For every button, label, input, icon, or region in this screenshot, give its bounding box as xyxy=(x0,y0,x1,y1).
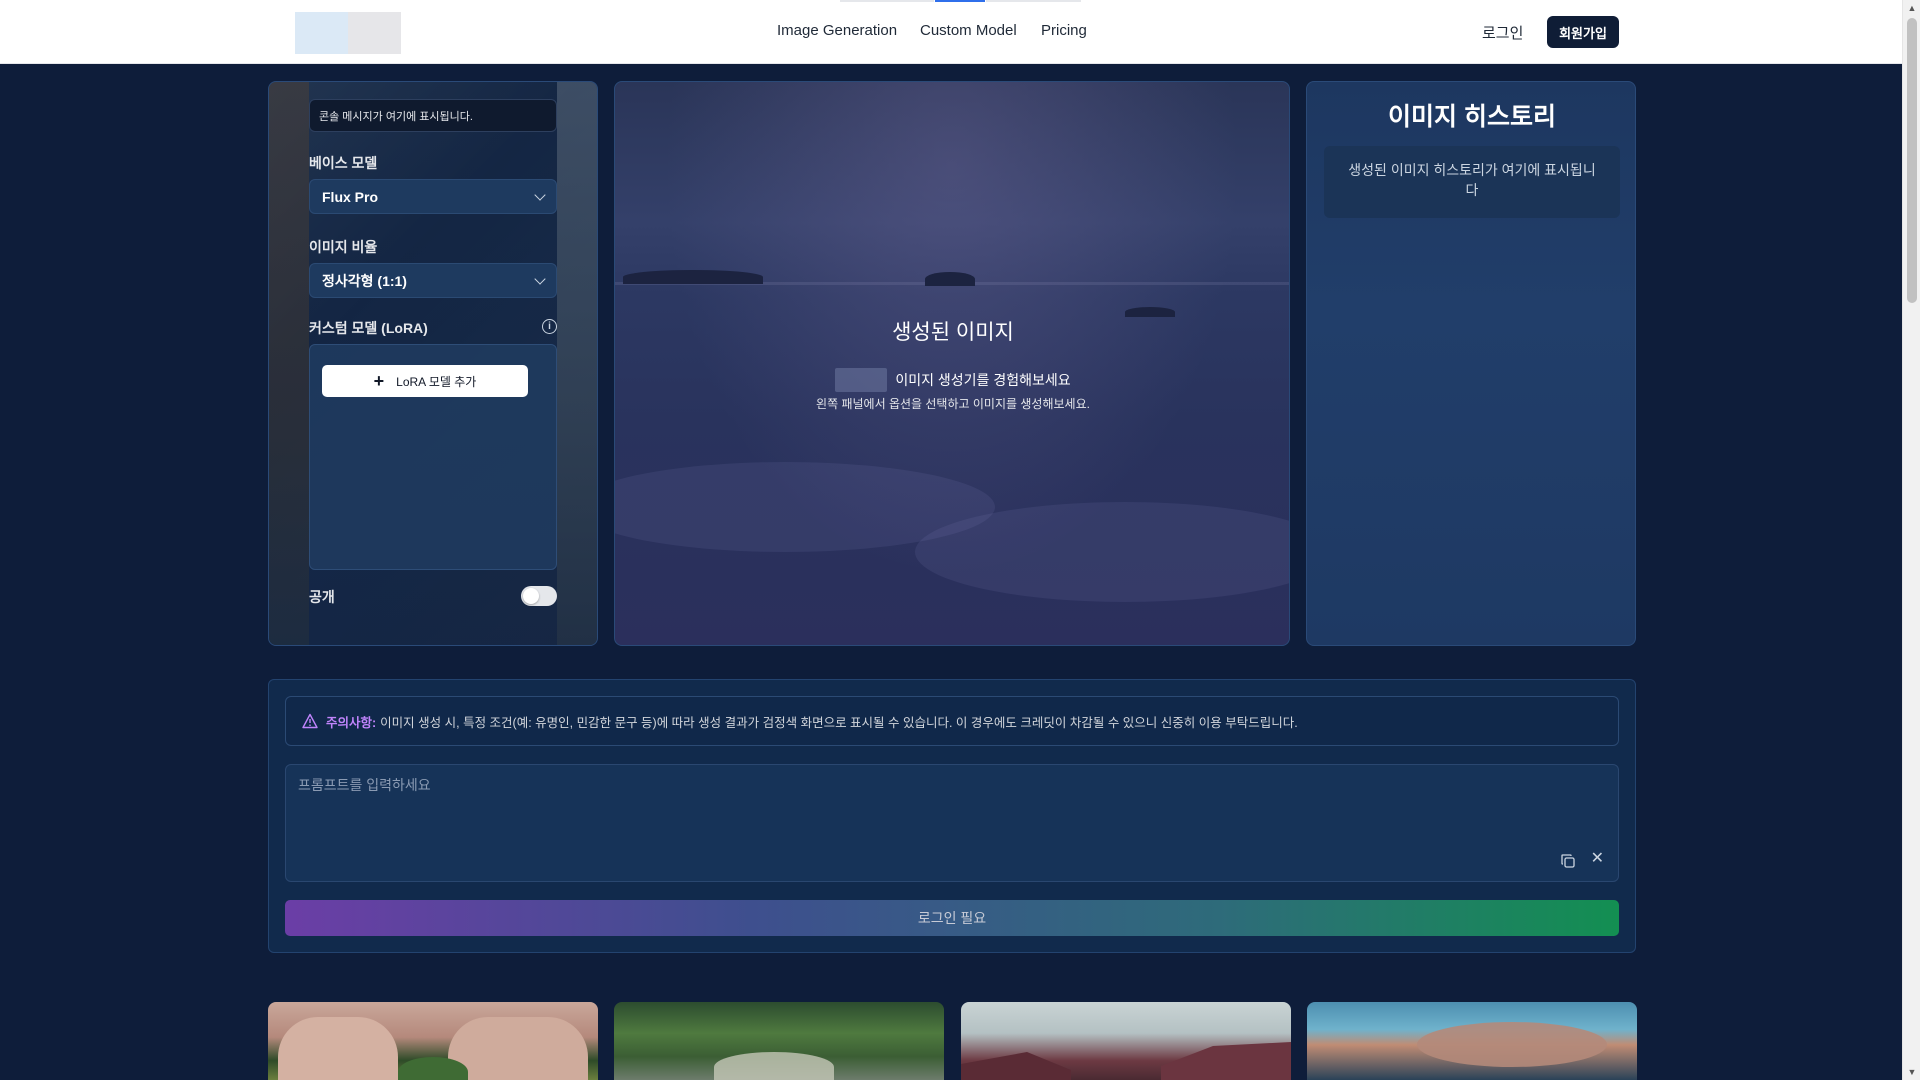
prompt-textarea[interactable]: 프롬프트를 입력하세요 ✕ xyxy=(285,764,1619,882)
base-model-select[interactable]: Flux Pro xyxy=(309,179,557,214)
nav-indicator-active xyxy=(935,0,985,2)
notice-text: 이미지 생성 시, 특정 조건(예: 유명인, 민감한 문구 등)에 따라 생성… xyxy=(380,715,1298,730)
copy-icon[interactable] xyxy=(1560,853,1576,869)
history-title: 이미지 히스토리 xyxy=(1388,103,1556,131)
aspect-ratio-value: 정사각형 (1:1) xyxy=(322,272,407,289)
history-empty-message: 생성된 이미지 히스토리가 여기에 표시됩니다 xyxy=(1324,146,1620,218)
history-panel: 이미지 히스토리 생성된 이미지 히스토리가 여기에 표시됩니다 xyxy=(1306,81,1636,646)
nav-custom-model[interactable]: Custom Model xyxy=(920,22,1017,39)
info-icon[interactable]: i xyxy=(542,319,557,334)
nav-pricing[interactable]: Pricing xyxy=(1041,22,1087,39)
image-detail xyxy=(278,1017,398,1080)
image-detail xyxy=(1161,1042,1291,1080)
scroll-down-arrow-icon[interactable]: ▼ xyxy=(1903,1064,1920,1080)
public-toggle[interactable] xyxy=(521,586,557,606)
background-image xyxy=(557,82,597,645)
gallery-image[interactable] xyxy=(1307,1002,1637,1080)
background-wave xyxy=(915,502,1289,602)
prompt-placeholder: 프롬프트를 입력하세요 xyxy=(298,777,431,793)
image-detail xyxy=(448,1017,588,1080)
login-link[interactable]: 로그인 xyxy=(1482,22,1523,43)
gallery-image[interactable] xyxy=(961,1002,1291,1080)
base-model-label: 베이스 모델 xyxy=(309,155,378,171)
nav-indicator xyxy=(840,0,934,2)
chevron-down-icon xyxy=(534,188,546,201)
notice-label: 주의사항: xyxy=(326,715,377,730)
plus-icon: + xyxy=(373,371,385,391)
result-subtitle: 이미지 생성기를 경험해보세요 xyxy=(895,372,1071,388)
image-placeholder xyxy=(835,368,888,392)
top-navbar: Image Generation Custom Model Pricing 로그… xyxy=(0,0,1902,64)
image-detail xyxy=(398,1057,468,1080)
image-detail xyxy=(961,1052,1071,1080)
result-title: 생성된 이미지 xyxy=(892,321,1014,344)
chevron-down-icon xyxy=(534,272,546,285)
toggle-knob xyxy=(523,588,539,604)
warning-icon xyxy=(302,713,318,729)
aspect-ratio-label: 이미지 비율 xyxy=(309,239,378,255)
public-label: 공개 xyxy=(309,589,335,605)
signup-button[interactable]: 회원가입 xyxy=(1547,16,1619,48)
close-icon[interactable]: ✕ xyxy=(1591,851,1604,867)
background-island xyxy=(925,272,975,286)
aspect-ratio-select[interactable]: 정사각형 (1:1) xyxy=(309,263,557,298)
nav-indicator xyxy=(986,0,1081,2)
base-model-value: Flux Pro xyxy=(322,188,379,205)
lora-list: + LoRA 모델 추가 xyxy=(309,344,557,570)
generate-button[interactable]: 로그인 필요 xyxy=(285,900,1619,936)
background-island xyxy=(623,270,763,284)
result-panel: 생성된 이미지 이미지 생성기를 경험해보세요 왼쪽 패널에서 옵션을 선택하고… xyxy=(614,81,1290,646)
result-subtitle-row: 이미지 생성기를 경험해보세요 xyxy=(615,368,1289,392)
gallery-image[interactable] xyxy=(614,1002,944,1080)
image-detail xyxy=(714,1052,834,1080)
image-detail xyxy=(1417,1022,1607,1067)
scroll-thumb[interactable] xyxy=(1907,18,1917,303)
result-hint: 왼쪽 패널에서 옵션을 선택하고 이미지를 생성해보세요. xyxy=(816,397,1090,411)
lora-label: 커스텀 모델 (LoRA) xyxy=(309,320,428,336)
gallery-image[interactable] xyxy=(268,1002,598,1080)
prompt-panel: 주의사항: 이미지 생성 시, 특정 조건(예: 유명인, 민감한 문구 등)에… xyxy=(268,679,1636,953)
warning-notice: 주의사항: 이미지 생성 시, 특정 조건(예: 유명인, 민감한 문구 등)에… xyxy=(285,696,1619,746)
add-lora-button[interactable]: + LoRA 모델 추가 xyxy=(322,365,528,397)
options-panel: 콘솔 메시지가 여기에 표시됩니다. 베이스 모델 Flux Pro 이미지 비… xyxy=(268,81,598,646)
scroll-up-arrow-icon[interactable]: ▲ xyxy=(1903,0,1920,16)
nav-image-generation[interactable]: Image Generation xyxy=(777,22,897,39)
page-scrollbar[interactable]: ▲ ▼ xyxy=(1902,0,1920,1080)
background-image xyxy=(269,82,309,645)
console-message: 콘솔 메시지가 여기에 표시됩니다. xyxy=(309,99,557,132)
add-lora-label: LoRA 모델 추가 xyxy=(396,374,477,389)
